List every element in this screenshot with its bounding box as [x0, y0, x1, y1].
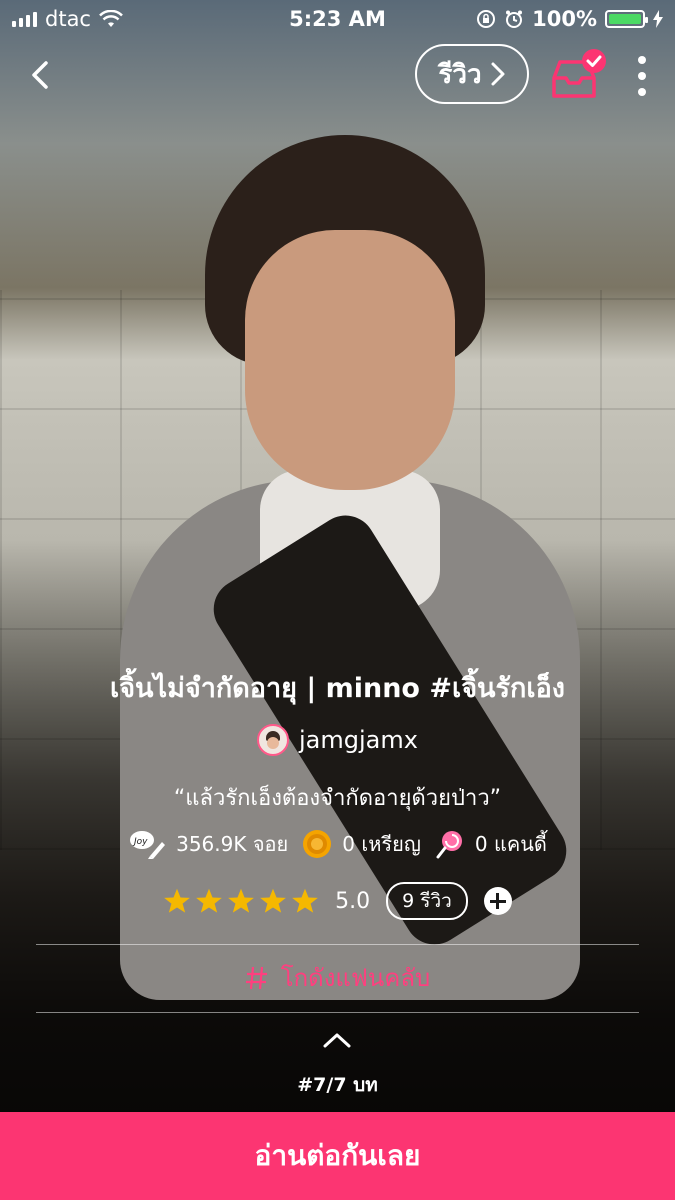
rating-value: 5.0 [335, 888, 371, 914]
divider [36, 1012, 639, 1013]
story-title: เจิ้นไม่จำกัดอายุ | minno #เจิ้นรักเอ็ง [110, 673, 565, 704]
candies-stat: 0 แคนดี้ [435, 828, 547, 860]
back-chevron-icon[interactable] [22, 55, 62, 95]
star-icon [196, 888, 222, 913]
views-stat: Joy 356.9K จอย [128, 828, 288, 860]
review-count-button[interactable]: 9 รีวิว [386, 882, 468, 920]
joy-pen-icon: Joy [130, 831, 166, 859]
star-icon [292, 888, 318, 913]
status-bar: dtac 5:23 AM 100% [0, 0, 675, 38]
chevron-up-icon[interactable] [322, 1030, 352, 1050]
fanclub-label: โกดังแฟนคลับ [280, 964, 431, 992]
author-row[interactable]: jamgjamx [0, 724, 675, 756]
rotation-lock-icon [477, 10, 496, 28]
review-button[interactable]: รีวิว [415, 44, 529, 104]
views-count: 356.9K จอย [176, 832, 289, 856]
coins-count: 0 เหรียญ [342, 832, 421, 856]
add-review-icon[interactable] [483, 887, 512, 915]
star-icon [164, 888, 190, 913]
more-vertical-icon[interactable] [632, 55, 652, 97]
divider [36, 944, 639, 945]
author-name[interactable]: jamgjamx [299, 726, 418, 754]
inbox-check-icon[interactable] [550, 48, 606, 104]
battery-percent: 100% [532, 7, 597, 31]
star-icon [260, 888, 286, 913]
star-icon [228, 888, 254, 913]
avatar[interactable] [257, 724, 290, 756]
fanclub-link[interactable]: โกดังแฟนคลับ [0, 958, 675, 997]
svg-text:Joy: Joy [132, 837, 148, 847]
lollipop-icon [436, 831, 462, 859]
chevron-right-icon [491, 62, 505, 86]
rating-row: 5.0 9 รีวิว [0, 882, 675, 920]
coin-icon [303, 830, 332, 858]
cover-image [0, 0, 675, 1200]
coins-stat: 0 เหรียญ [302, 828, 421, 860]
charging-icon [653, 10, 663, 28]
star-rating [163, 887, 319, 915]
stats-row: Joy 356.9K จอย 0 เหรียญ 0 แคนดี้ [0, 828, 675, 860]
review-button-label: รีวิว [438, 59, 482, 90]
hashtag-icon [245, 966, 267, 989]
candies-count: 0 แคนดี้ [474, 832, 547, 856]
battery-icon [605, 10, 648, 28]
alarm-icon [506, 10, 523, 28]
story-tagline: “แล้วรักเอ็งต้องจำกัดอายุด้วยป่าว” [173, 786, 502, 811]
chapter-indicator: #7/7 บท [297, 1074, 378, 1096]
continue-reading-button[interactable]: อ่านต่อกันเลย [0, 1112, 675, 1200]
continue-reading-label: อ่านต่อกันเลย [254, 1139, 421, 1172]
